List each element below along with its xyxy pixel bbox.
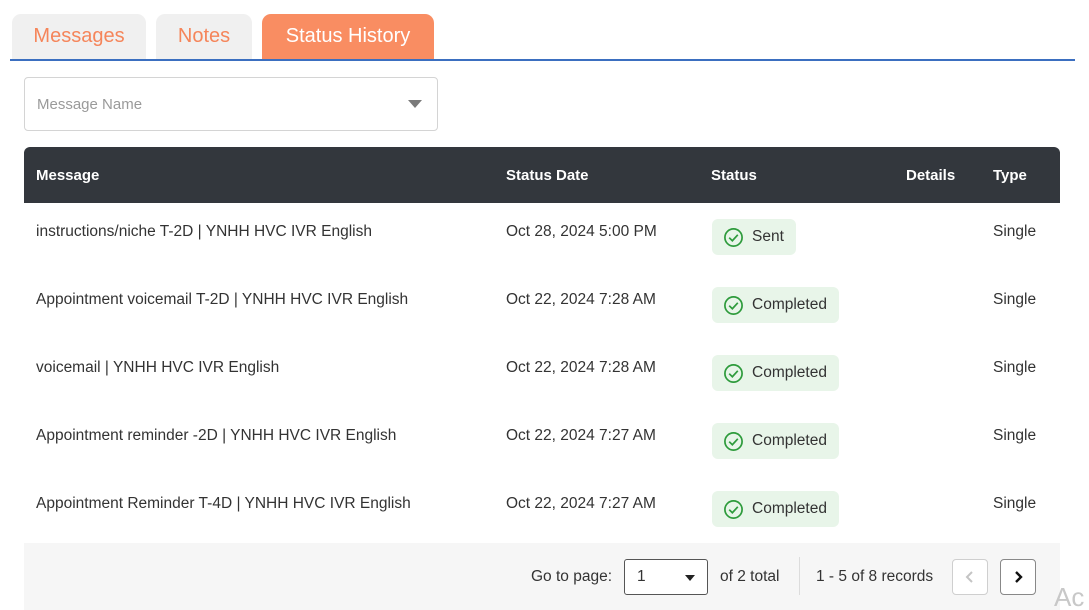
- chevron-left-icon: [965, 571, 973, 583]
- table-header: Message Status Date Status Details Type: [24, 147, 1060, 203]
- row-status-date: Oct 22, 2024 7:28 AM: [506, 359, 656, 376]
- row-status-date: Oct 28, 2024 5:00 PM: [506, 223, 657, 240]
- header-details: Details: [906, 167, 956, 184]
- check-circle-icon: [724, 227, 743, 247]
- table-row: Appointment voicemail T-2D | YNHH HVC IV…: [24, 271, 1060, 339]
- row-message: Appointment voicemail T-2D | YNHH HVC IV…: [36, 291, 409, 308]
- page-total-label: of 2 total: [720, 568, 780, 585]
- row-status-date: Oct 22, 2024 7:27 AM: [506, 427, 656, 444]
- status-label: Completed: [752, 432, 827, 449]
- status-badge: Sent: [712, 219, 796, 255]
- check-circle-icon: [724, 431, 743, 451]
- row-type: Single: [993, 359, 1037, 376]
- tab-divider: [10, 59, 1075, 61]
- row-type: Single: [993, 495, 1037, 512]
- table-row: Appointment reminder -2D | YNHH HVC IVR …: [24, 407, 1060, 475]
- records-count-label: 1 - 5 of 8 records: [816, 568, 934, 585]
- tab-bar: Messages Notes Status History: [12, 14, 434, 59]
- message-name-placeholder: Message Name: [37, 95, 143, 113]
- header-status-date: Status Date: [506, 167, 589, 184]
- status-label: Sent: [752, 228, 784, 245]
- chevron-down-icon: [685, 575, 695, 581]
- row-message: Appointment Reminder T-4D | YNHH HVC IVR…: [36, 495, 411, 512]
- go-to-page-label: Go to page:: [531, 568, 613, 585]
- chevron-down-icon: [408, 100, 422, 108]
- row-type: Single: [993, 223, 1037, 240]
- next-page-button[interactable]: [1000, 559, 1036, 595]
- tab-notes[interactable]: Notes: [156, 14, 252, 59]
- message-name-select[interactable]: Message Name: [24, 77, 438, 131]
- header-type: Type: [993, 167, 1027, 184]
- status-badge: Completed: [712, 423, 839, 459]
- row-type: Single: [993, 427, 1037, 444]
- status-label: Completed: [752, 296, 827, 313]
- row-type: Single: [993, 291, 1037, 308]
- header-message: Message: [36, 167, 100, 184]
- check-circle-icon: [724, 499, 743, 519]
- check-circle-icon: [724, 295, 743, 315]
- chevron-right-icon: [1015, 571, 1023, 583]
- tab-status-history[interactable]: Status History: [262, 14, 434, 59]
- row-message: instructions/niche T-2D | YNHH HVC IVR E…: [36, 223, 372, 240]
- pagination-bar: Go to page: 1 of 2 total 1 - 5 of 8 reco…: [24, 543, 1060, 610]
- status-badge: Completed: [712, 287, 839, 323]
- status-label: Completed: [752, 364, 827, 381]
- status-badge: Completed: [712, 491, 839, 527]
- page-select-value: 1: [637, 568, 646, 585]
- pagination-divider: [799, 557, 800, 595]
- table-row: instructions/niche T-2D | YNHH HVC IVR E…: [24, 203, 1060, 271]
- row-message: voicemail | YNHH HVC IVR English: [36, 359, 280, 376]
- check-circle-icon: [724, 363, 743, 383]
- status-label: Completed: [752, 500, 827, 517]
- row-status-date: Oct 22, 2024 7:28 AM: [506, 291, 656, 308]
- status-badge: Completed: [712, 355, 839, 391]
- row-message: Appointment reminder -2D | YNHH HVC IVR …: [36, 427, 397, 444]
- tab-messages[interactable]: Messages: [12, 14, 146, 59]
- page-select[interactable]: 1: [624, 559, 708, 595]
- row-status-date: Oct 22, 2024 7:27 AM: [506, 495, 656, 512]
- table-row: voicemail | YNHH HVC IVR English Oct 22,…: [24, 339, 1060, 407]
- header-status: Status: [711, 167, 757, 184]
- table-body: instructions/niche T-2D | YNHH HVC IVR E…: [24, 203, 1060, 543]
- status-history-table: Message Status Date Status Details Type …: [24, 147, 1060, 543]
- table-row: Appointment Reminder T-4D | YNHH HVC IVR…: [24, 475, 1060, 543]
- previous-page-button[interactable]: [952, 559, 988, 595]
- activate-watermark: Ac: [1054, 582, 1085, 610]
